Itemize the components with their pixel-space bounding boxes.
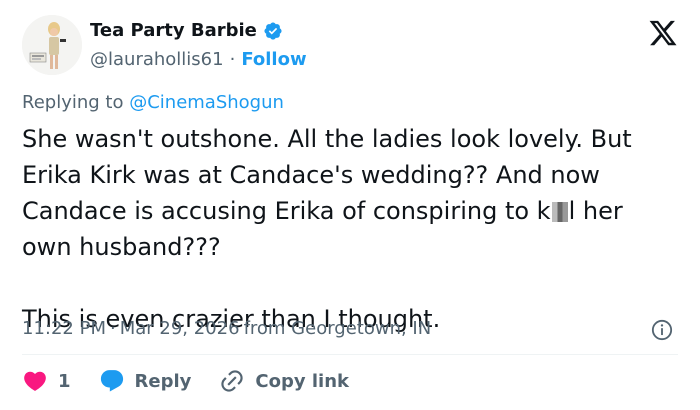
verified-badge-icon	[264, 21, 282, 40]
link-icon	[221, 370, 244, 392]
meta-separator: ·	[109, 318, 116, 339]
tweet-location: from Georgetown, IN	[243, 318, 432, 339]
handle-separator: ·	[229, 49, 236, 70]
follow-button[interactable]: Follow	[241, 49, 306, 70]
like-button[interactable]: 1	[22, 368, 71, 394]
tweet-date[interactable]: Mar 29, 2026	[120, 318, 240, 339]
tweet-line-part: l her	[568, 197, 623, 225]
reply-bubble-icon	[100, 370, 123, 392]
action-bar: 1 Reply Copy link	[22, 368, 349, 394]
avatar-image	[22, 15, 82, 75]
divider	[22, 354, 678, 355]
author-handle[interactable]: @laurahollis61	[90, 49, 224, 70]
tweet-line-part: Candace is accusing Erika of conspiring …	[22, 197, 551, 225]
like-count: 1	[58, 370, 71, 392]
heart-icon	[24, 371, 46, 391]
replying-mention[interactable]: @CinemaShogun	[129, 92, 284, 113]
copy-link-label: Copy link	[255, 370, 349, 392]
tweet-line: own husband???	[22, 233, 221, 261]
replying-prefix: Replying to	[22, 92, 124, 113]
copy-link-button[interactable]: Copy link	[219, 368, 349, 394]
tweet-text: She wasn't outshone. All the ladies look…	[22, 121, 682, 337]
author-name-row: Tea Party Barbie	[90, 20, 283, 41]
author-display-name[interactable]: Tea Party Barbie	[90, 20, 257, 41]
avatar[interactable]	[22, 15, 82, 75]
replying-to: Replying to @CinemaShogun	[22, 92, 284, 113]
x-logo-icon[interactable]	[648, 18, 678, 48]
censored-block	[551, 202, 568, 222]
tweet-line: Candace is accusing Erika of conspiring …	[22, 193, 682, 229]
reply-button[interactable]: Reply	[99, 368, 192, 394]
tweet-meta: 11:22 PM · Mar 29, 2026 from Georgetown,…	[22, 318, 431, 339]
tweet-line: She wasn't outshone. All the ladies look…	[22, 125, 632, 153]
author-handle-row: @laurahollis61 · Follow	[90, 49, 307, 70]
tweet-time[interactable]: 11:22 PM	[22, 318, 106, 339]
tweet-line: Erika Kirk was at Candace's wedding?? An…	[22, 161, 600, 189]
info-icon[interactable]	[651, 319, 673, 341]
reply-label: Reply	[134, 370, 192, 392]
